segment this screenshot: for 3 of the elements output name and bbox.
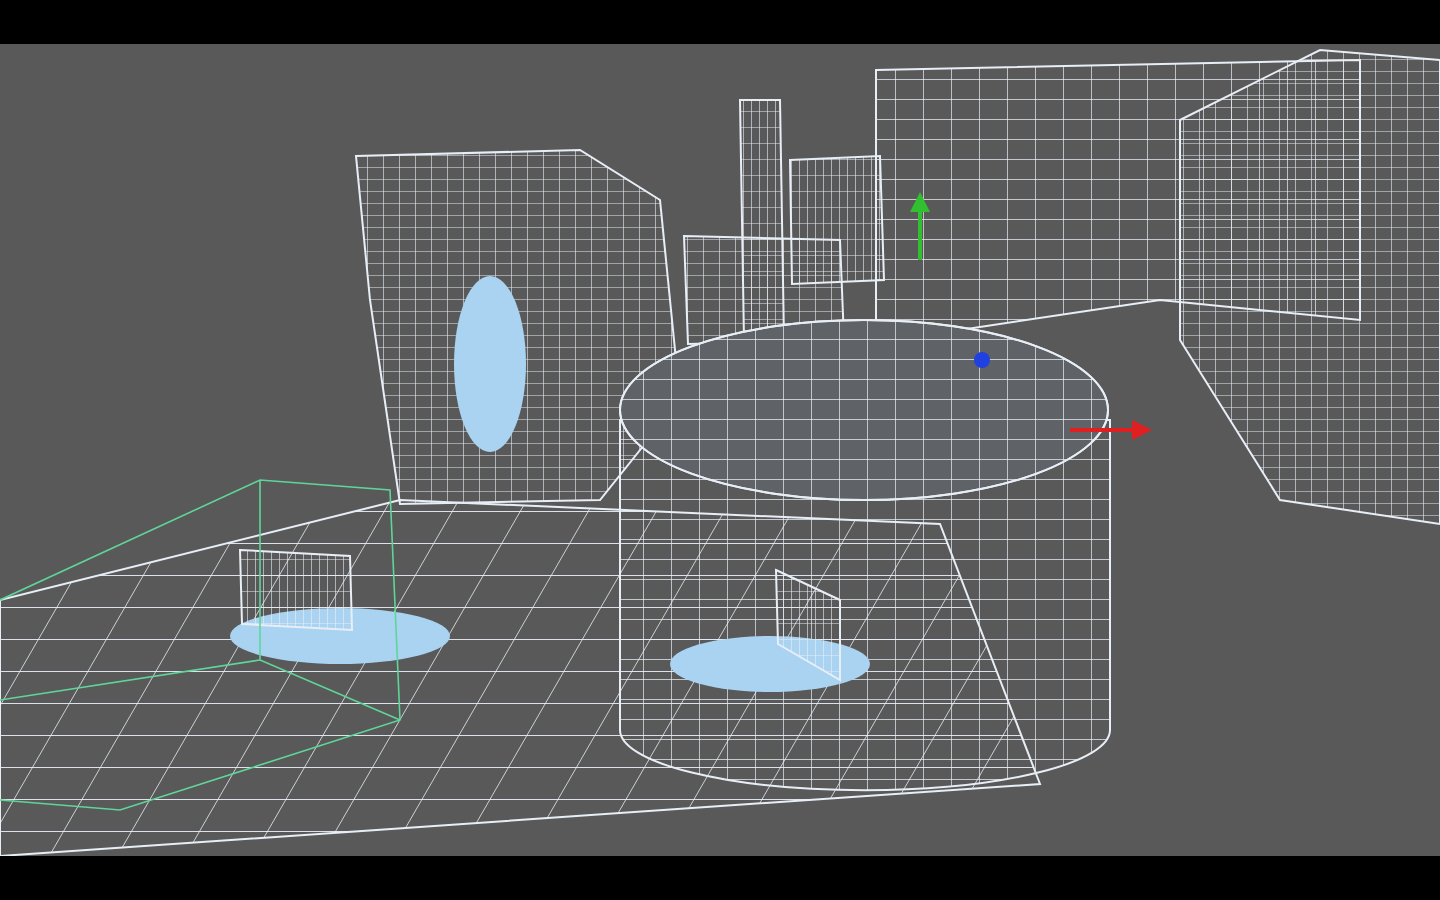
panel-mesh bbox=[774, 568, 841, 682]
transform-gizmo-icon bbox=[910, 192, 1152, 440]
panel-mesh bbox=[238, 548, 354, 632]
